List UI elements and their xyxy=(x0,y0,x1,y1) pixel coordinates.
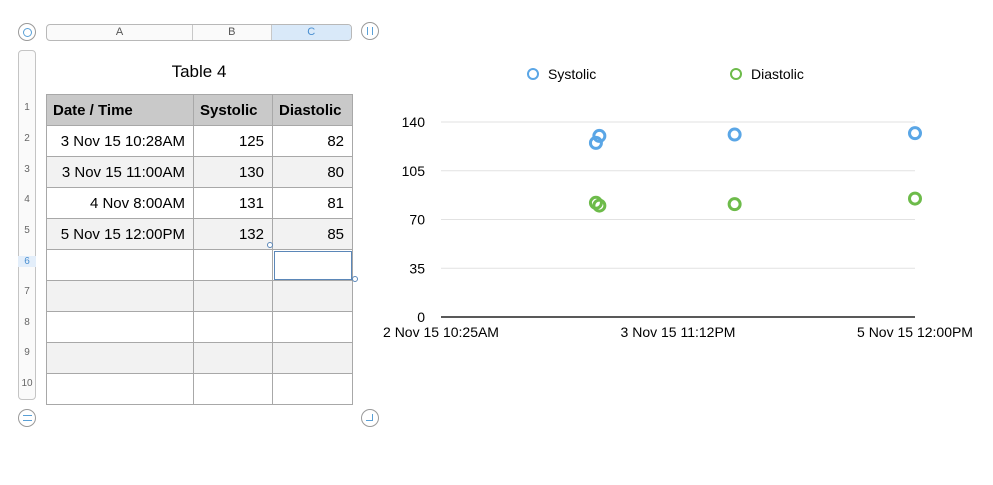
data-point-diastolic[interactable] xyxy=(908,191,922,206)
x-tick-label: 3 Nov 15 11:12PM xyxy=(621,324,736,340)
x-tick-label: 5 Nov 15 12:00PM xyxy=(857,324,973,340)
y-tick-label: 70 xyxy=(409,212,425,228)
data-point-systolic[interactable] xyxy=(908,126,922,141)
y-tick-label: 35 xyxy=(409,260,425,276)
y-tick-label: 105 xyxy=(402,163,426,179)
scatter-chart[interactable]: 0 35 70 105 140 2 Nov 15 10:25AM 3 Nov 15 11:… xyxy=(0,0,993,485)
y-tick-label: 140 xyxy=(402,114,426,130)
y-tick-label: 0 xyxy=(417,309,425,325)
data-point-systolic[interactable] xyxy=(727,127,742,142)
x-tick-label: 2 Nov 15 10:25AM xyxy=(383,324,499,340)
data-point-diastolic[interactable] xyxy=(727,197,742,212)
